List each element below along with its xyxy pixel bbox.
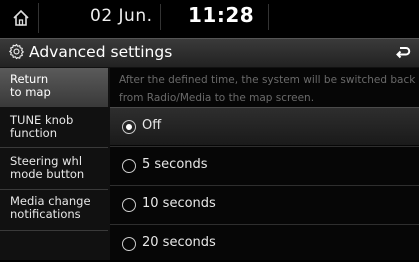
option-label: Off (142, 118, 162, 133)
option-off[interactable]: Off (110, 107, 419, 145)
page-title: Advanced settings (29, 43, 173, 61)
back-button[interactable] (395, 44, 411, 64)
status-divider (268, 4, 269, 30)
option-label: 5 seconds (142, 157, 208, 172)
option-20-seconds[interactable]: 20 seconds (110, 224, 419, 262)
radio-button (122, 159, 136, 173)
date-display: 02 Jun. (90, 6, 153, 26)
radio-button (122, 120, 136, 134)
sidebar-item-steering-whl[interactable]: Steering whl mode button (0, 149, 108, 190)
sidebar-item-label: function (10, 126, 57, 140)
title-bar: Advanced settings (0, 38, 419, 68)
sidebar-item-media-change[interactable]: Media change notifications (0, 191, 108, 231)
sidebar-item-label: notifications (10, 207, 81, 221)
option-5-seconds[interactable]: 5 seconds (110, 146, 419, 184)
sidebar-item-return-to-map[interactable]: Return to map (0, 68, 108, 107)
back-icon (396, 47, 411, 59)
option-label: 20 seconds (142, 235, 216, 250)
home-icon (13, 9, 29, 26)
status-bar: 02 Jun. 11:28 (0, 0, 419, 36)
sidebar-item-tune-knob[interactable]: TUNE knob function (0, 108, 108, 148)
option-label: 10 seconds (142, 196, 216, 211)
description-text: After the defined time, the system will … (119, 74, 416, 104)
settings-sidebar: Return to map TUNE knob function Steerin… (0, 68, 110, 260)
time-display: 11:28 (188, 3, 255, 27)
radio-button (122, 237, 136, 251)
sidebar-item-label: mode button (10, 167, 85, 181)
status-divider (160, 4, 161, 30)
gear-icon (9, 43, 24, 60)
home-button[interactable] (4, 3, 39, 33)
radio-button (122, 198, 136, 212)
option-10-seconds[interactable]: 10 seconds (110, 185, 419, 223)
settings-content: After the defined time, the system will … (110, 68, 419, 260)
sidebar-item-label: to map (10, 85, 51, 99)
